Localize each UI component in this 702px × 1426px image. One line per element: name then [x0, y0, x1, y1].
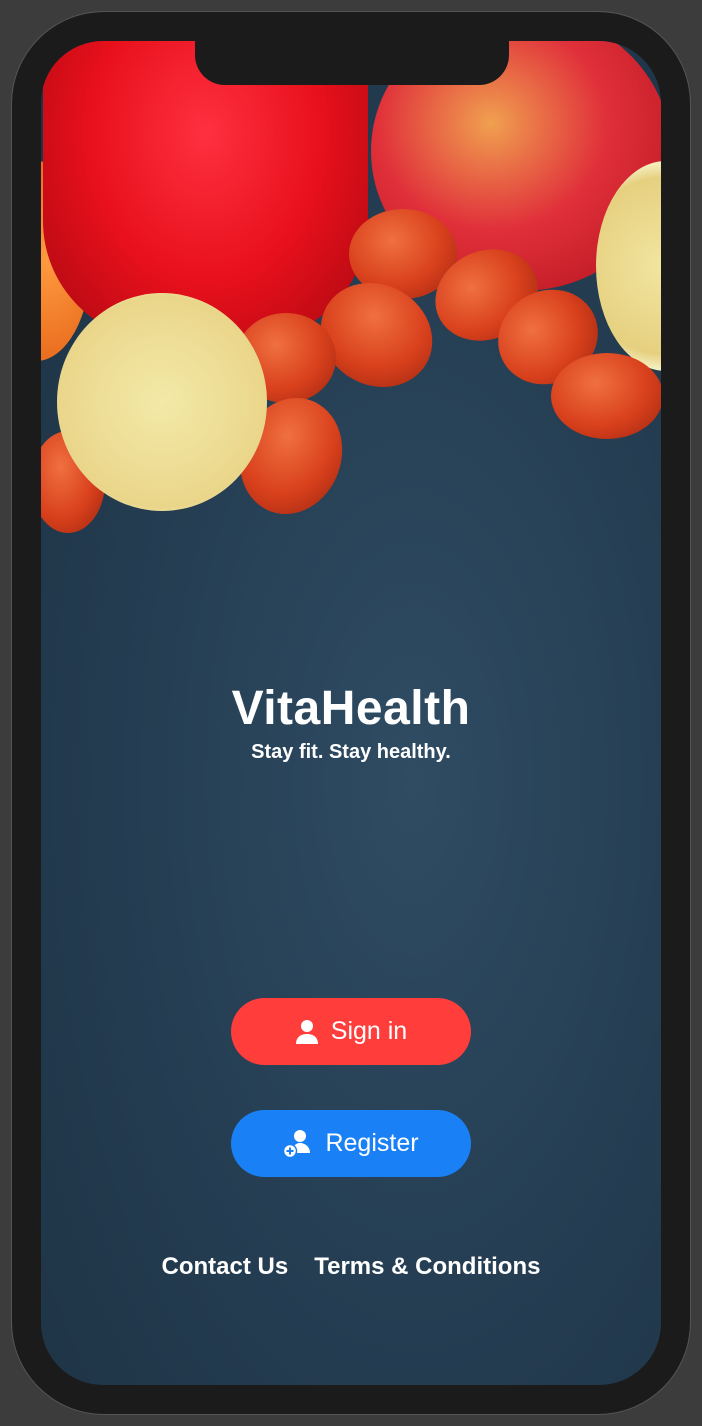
screen: VitaHealth Stay fit. Stay healthy. Sign …: [41, 41, 661, 1385]
terms-link[interactable]: Terms & Conditions: [314, 1253, 540, 1281]
user-icon: [295, 1019, 318, 1044]
sign-in-label: Sign in: [330, 1017, 408, 1045]
add-user-icon: [283, 1129, 311, 1158]
register-button[interactable]: Register: [231, 1110, 471, 1177]
sign-in-button[interactable]: Sign in: [231, 998, 471, 1065]
app-title: VitaHealth: [231, 682, 471, 735]
tomato-image: [551, 353, 661, 439]
notch: [195, 41, 509, 85]
pepper-image: [43, 41, 368, 341]
app-tagline: Stay fit. Stay healthy.: [251, 741, 451, 763]
lemon-half-image: [57, 293, 267, 511]
register-label: Register: [325, 1129, 419, 1157]
contact-us-link[interactable]: Contact Us: [162, 1253, 289, 1281]
footer-links: Contact Us Terms & Conditions: [41, 1253, 661, 1281]
